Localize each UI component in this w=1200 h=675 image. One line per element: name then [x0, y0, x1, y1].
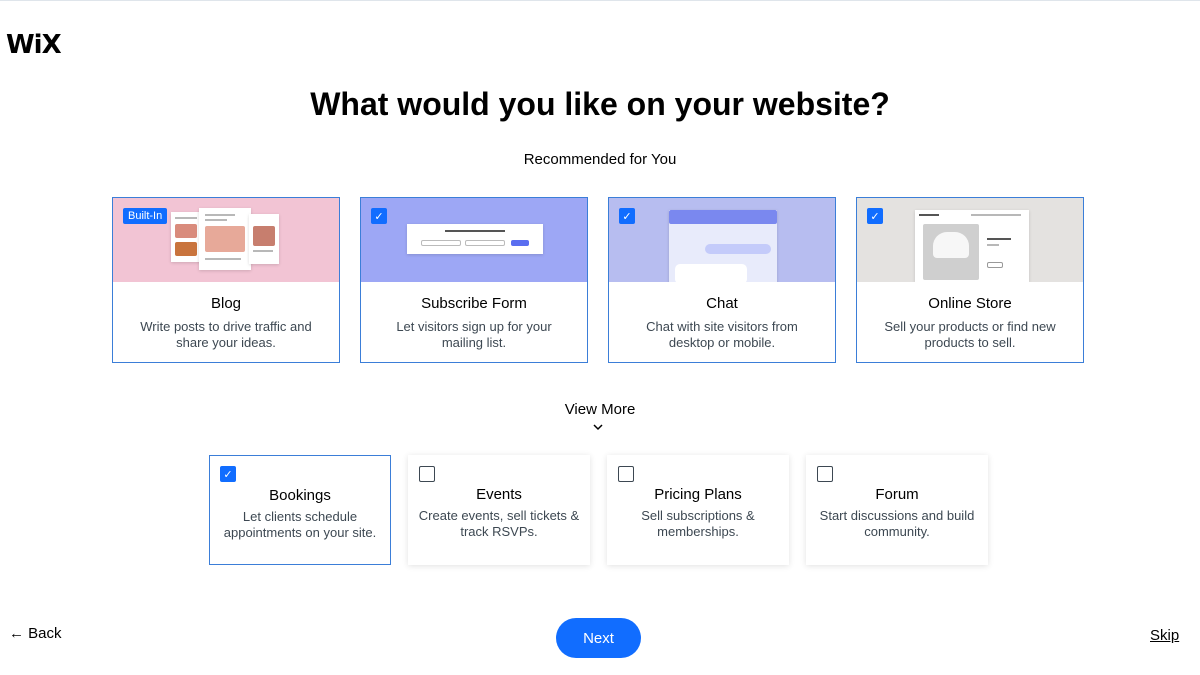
checkbox-unchecked-icon[interactable]	[618, 466, 634, 482]
card-title: Blog	[210, 295, 242, 312]
store-mini-page	[915, 210, 1029, 282]
card-title: Subscribe Form	[421, 295, 527, 312]
next-button[interactable]: Next	[556, 618, 641, 658]
feature-card-events[interactable]: Events Create events, sell tickets & tra…	[408, 455, 590, 565]
checkbox-unchecked-icon[interactable]	[419, 466, 435, 482]
skip-link[interactable]: Skip	[1150, 627, 1179, 644]
card-title: Pricing Plans	[654, 486, 742, 503]
feature-card-bookings[interactable]: ✓ Bookings Let clients schedule appointm…	[209, 455, 391, 565]
blog-thumbnail: Built-In	[113, 198, 339, 282]
chevron-down-icon[interactable]	[592, 421, 604, 433]
feature-card-forum[interactable]: Forum Start discussions and build commun…	[806, 455, 988, 565]
checkbox-checked-icon[interactable]: ✓	[867, 208, 883, 224]
blog-mini-page-main	[199, 208, 251, 270]
card-description: Write posts to drive traffic and share y…	[140, 319, 312, 350]
blog-mini-page-right	[249, 214, 279, 264]
back-button[interactable]: ← Back	[9, 625, 62, 642]
card-title: Chat	[706, 295, 738, 312]
online-store-thumbnail: ✓	[857, 198, 1083, 282]
card-description: Chat with site visitors from desktop or …	[646, 319, 798, 350]
checkbox-checked-icon[interactable]: ✓	[371, 208, 387, 224]
card-title: Forum	[875, 486, 919, 503]
blog-mini-page	[171, 212, 201, 262]
checkbox-unchecked-icon[interactable]	[817, 466, 833, 482]
feature-card-chat[interactable]: ✓ Chat Chat with site visitors from desk…	[608, 197, 836, 363]
top-divider	[0, 0, 1200, 1]
checkbox-checked-icon[interactable]: ✓	[220, 466, 236, 482]
chat-thumbnail: ✓	[609, 198, 835, 282]
subscribe-form-thumbnail: ✓	[361, 198, 587, 282]
card-description: Let clients schedule appointments on you…	[223, 509, 377, 540]
checkbox-checked-icon[interactable]: ✓	[619, 208, 635, 224]
chat-mini-window	[669, 210, 777, 282]
feature-card-subscribe-form[interactable]: ✓ Subscribe Form Let visitors sign up fo…	[360, 197, 588, 363]
built-in-badge: Built-In	[123, 208, 168, 224]
card-title: Bookings	[269, 487, 331, 504]
wix-logo: WiX	[6, 30, 62, 60]
section-subtitle: Recommended for You	[523, 151, 677, 168]
card-title: Events	[476, 486, 522, 503]
subscribe-mini-form	[407, 224, 543, 254]
card-description: Create events, sell tickets & track RSVP…	[418, 508, 580, 539]
card-title: Online Store	[928, 295, 1012, 312]
feature-card-online-store[interactable]: ✓ Online Store Sell your products or fin…	[856, 197, 1084, 363]
feature-card-blog[interactable]: Built-In Blog Write posts to drive traff…	[112, 197, 340, 363]
card-description: Sell subscriptions & memberships.	[641, 508, 755, 539]
card-description: Let visitors sign up for your mailing li…	[396, 319, 552, 350]
page-title: What would you like on your website?	[310, 86, 890, 122]
card-description: Sell your products or find new products …	[884, 319, 1056, 350]
feature-card-pricing-plans[interactable]: Pricing Plans Sell subscriptions & membe…	[607, 455, 789, 565]
card-description: Start discussions and build community.	[819, 508, 975, 539]
view-more-button[interactable]: View More	[500, 401, 700, 418]
